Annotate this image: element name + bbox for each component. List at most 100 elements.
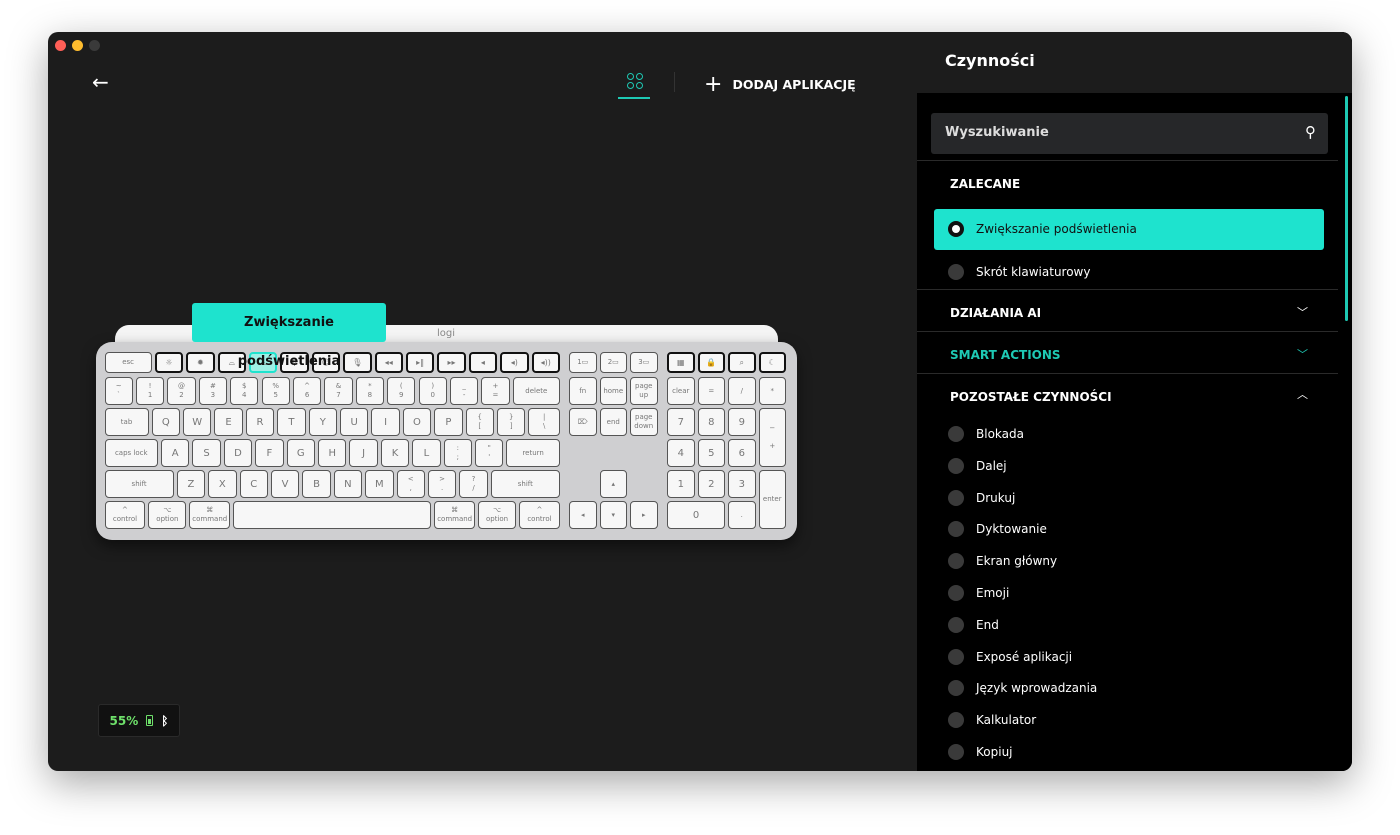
key[interactable]: delete	[512, 377, 560, 405]
key[interactable]: ⌦	[569, 408, 597, 436]
action-item[interactable]: Kalkulator	[948, 712, 1036, 729]
action-item[interactable]: Ekran główny	[948, 553, 1057, 570]
key[interactable]: @ 2	[167, 377, 196, 405]
key[interactable]: page down	[630, 408, 658, 436]
key[interactable]: M	[365, 470, 394, 498]
all-apps-tab[interactable]	[618, 70, 650, 100]
key[interactable]: 2▭	[599, 352, 627, 373]
key[interactable]: tab	[104, 408, 149, 436]
radio[interactable]	[948, 264, 964, 280]
key[interactable]: fn	[569, 377, 597, 405]
radio-selected[interactable]	[948, 221, 964, 237]
key[interactable]: ~ `	[104, 377, 133, 405]
key[interactable]: $ 4	[230, 377, 259, 405]
key[interactable]: D	[223, 439, 253, 467]
key[interactable]: % 5	[261, 377, 290, 405]
key[interactable]: *	[758, 377, 786, 405]
key[interactable]: Q	[151, 408, 180, 436]
key[interactable]: shift	[490, 470, 560, 498]
radio[interactable]	[948, 553, 964, 570]
key[interactable]: enter	[758, 470, 786, 529]
key[interactable]: E	[214, 408, 243, 436]
action-item[interactable]: Skrót klawiaturowy	[948, 264, 1090, 280]
key[interactable]: 🎙	[343, 352, 372, 373]
key[interactable]: 🔒	[697, 352, 725, 373]
key[interactable]: > .	[427, 470, 457, 498]
key[interactable]: 1▭	[569, 352, 597, 373]
key[interactable]: 3▭	[630, 352, 658, 373]
key[interactable]: { [	[465, 408, 494, 436]
chevron-down-icon[interactable]: ﹀	[1297, 346, 1308, 362]
key[interactable]: Y	[308, 408, 337, 436]
key[interactable]: ◂	[569, 501, 597, 529]
key[interactable]: & 7	[324, 377, 353, 405]
search-input[interactable]: Wyszukiwanie ⚲	[931, 113, 1328, 154]
key[interactable]: ☼	[154, 352, 184, 373]
key[interactable]: 1	[667, 470, 695, 498]
key[interactable]: H	[318, 439, 347, 467]
key[interactable]: ) 0	[418, 377, 447, 405]
maximize-button[interactable]	[89, 40, 100, 51]
section-smart-actions[interactable]: SMART ACTIONS	[950, 348, 1061, 362]
key[interactable]: ◂)	[500, 352, 529, 373]
key[interactable]: U	[340, 408, 369, 436]
action-item[interactable]: Kopiuj	[948, 744, 1013, 760]
key[interactable]: Z	[176, 470, 206, 498]
key[interactable]: K	[380, 439, 410, 467]
key[interactable]	[233, 501, 432, 529]
key[interactable]: ▾	[599, 501, 627, 529]
radio[interactable]	[948, 457, 964, 474]
key[interactable]: L	[412, 439, 441, 467]
key[interactable]: < ,	[396, 470, 425, 498]
key[interactable]: 3	[728, 470, 756, 498]
key[interactable]: | \	[528, 408, 560, 436]
key[interactable]: I	[371, 408, 400, 436]
key[interactable]: 9	[728, 408, 756, 436]
section-other-actions[interactable]: POZOSTAŁE CZYNNOŚCI	[950, 390, 1112, 404]
key[interactable]: clear	[667, 377, 695, 405]
key[interactable]: esc	[104, 352, 152, 373]
radio[interactable]	[948, 489, 964, 506]
key[interactable]: 6	[728, 439, 756, 467]
key[interactable]: home	[599, 377, 627, 405]
key[interactable]: N	[333, 470, 363, 498]
key[interactable]: 7	[667, 408, 695, 436]
chevron-down-icon[interactable]: ﹀	[1297, 304, 1308, 320]
minimize-button[interactable]	[72, 40, 83, 51]
key[interactable]: ^ control	[104, 501, 146, 529]
key[interactable]: return	[506, 439, 560, 467]
key[interactable]: P	[434, 408, 463, 436]
key[interactable]: ◂◂	[374, 352, 403, 373]
key[interactable]: S	[192, 439, 221, 467]
key[interactable]: G	[286, 439, 315, 467]
key[interactable]: 4	[667, 439, 695, 467]
radio[interactable]	[948, 616, 964, 633]
key[interactable]: ? /	[459, 470, 488, 498]
key[interactable]: * 8	[355, 377, 385, 405]
key[interactable]: J	[349, 439, 378, 467]
key[interactable]: : ;	[443, 439, 472, 467]
key[interactable]: X	[208, 470, 237, 498]
radio[interactable]	[948, 680, 964, 697]
radio[interactable]	[948, 712, 964, 729]
key[interactable]: shift	[104, 470, 174, 498]
key[interactable]: /	[728, 377, 756, 405]
key[interactable]: W	[183, 408, 212, 436]
key[interactable]: + =	[481, 377, 510, 405]
radio[interactable]	[948, 744, 964, 760]
key[interactable]: ( 9	[387, 377, 416, 405]
key[interactable]: ☾	[758, 352, 786, 373]
key[interactable]: C	[239, 470, 268, 498]
radio[interactable]	[948, 521, 964, 538]
key[interactable]: ⌘ command	[434, 501, 476, 529]
radio[interactable]	[948, 426, 964, 442]
action-item[interactable]: Język wprowadzania	[948, 680, 1097, 697]
action-item[interactable]: Dyktowanie	[948, 521, 1047, 538]
action-item[interactable]: Emoji	[948, 585, 1009, 601]
back-arrow-icon[interactable]: ←	[92, 70, 109, 94]
key[interactable]: _ -	[449, 377, 479, 405]
key[interactable]: " '	[475, 439, 504, 467]
close-button[interactable]	[55, 40, 66, 51]
key[interactable]: R	[245, 408, 275, 436]
action-item[interactable]: Exposé aplikacji	[948, 648, 1072, 665]
